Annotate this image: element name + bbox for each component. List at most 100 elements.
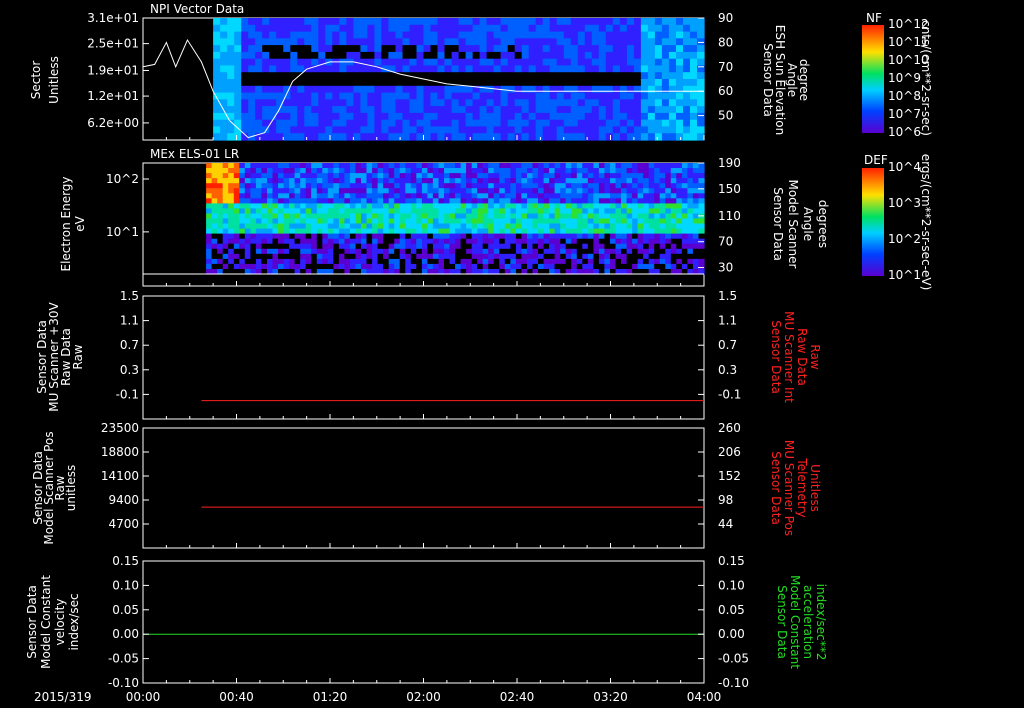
els-cell — [217, 228, 224, 235]
npi-cell — [227, 65, 235, 73]
els-cell — [294, 173, 301, 179]
npi-cell — [661, 112, 670, 121]
els-cell — [582, 163, 589, 169]
els-cell — [372, 198, 379, 204]
npi-cell — [563, 24, 572, 33]
els-cell — [217, 193, 224, 199]
npi-cell — [626, 24, 635, 33]
els-cell — [349, 178, 356, 184]
npi-cell — [633, 85, 642, 94]
els-cell — [399, 253, 406, 260]
els-cell — [692, 178, 699, 184]
els-cell — [316, 233, 323, 240]
els-cell — [394, 228, 401, 235]
els-cell — [267, 208, 274, 214]
npi-cell — [423, 106, 432, 114]
els-cell — [416, 233, 423, 240]
els-cell — [206, 263, 213, 270]
npi-cell — [626, 85, 635, 94]
els-cell — [255, 258, 262, 265]
els-cell — [311, 263, 318, 270]
els-cell — [361, 168, 368, 174]
els-cell — [648, 258, 655, 265]
els-cell — [698, 253, 705, 260]
npi-cell — [241, 45, 249, 53]
els-cell — [466, 188, 473, 194]
els-cell — [665, 198, 672, 204]
npi-cell — [605, 38, 614, 46]
npi-cell — [423, 45, 432, 53]
els-cell — [410, 253, 417, 260]
els-cell — [654, 228, 661, 235]
npi-cell — [255, 92, 263, 100]
npi-cell — [339, 51, 347, 60]
els-cell — [538, 228, 545, 235]
npi-cell — [381, 99, 389, 107]
npi-cell — [668, 126, 677, 134]
left-tick-label: 1.1 — [120, 314, 139, 328]
els-cell — [228, 238, 235, 245]
els-cell — [206, 258, 213, 265]
els-cell — [283, 188, 290, 194]
els-cell — [576, 248, 583, 255]
npi-cell — [668, 106, 677, 114]
npi-cell — [374, 45, 382, 53]
els-cell — [283, 238, 290, 245]
els-cell — [654, 223, 661, 230]
npi-cell — [542, 126, 551, 134]
els-cell — [698, 163, 705, 169]
els-cell — [643, 198, 650, 204]
els-cell — [576, 183, 583, 189]
els-cell — [388, 223, 395, 230]
npi-cell — [374, 18, 382, 26]
els-cell — [510, 198, 517, 204]
els-cell — [333, 178, 340, 184]
els-cell — [338, 253, 345, 260]
els-cell — [626, 203, 633, 209]
els-cell — [244, 173, 251, 179]
els-cell — [681, 168, 688, 174]
els-cell — [549, 193, 556, 199]
npi-cell — [395, 31, 404, 39]
els-cell — [543, 238, 550, 245]
els-cell — [681, 163, 688, 169]
npi-cell — [549, 38, 558, 46]
npi-cell — [472, 106, 481, 114]
els-cell — [504, 213, 511, 220]
els-cell — [504, 233, 511, 240]
els-cell — [455, 233, 462, 240]
right-tick-label: 190 — [718, 156, 741, 170]
npi-cell — [402, 106, 411, 114]
els-cell — [515, 228, 522, 235]
els-cell — [560, 228, 567, 235]
els-cell — [432, 263, 439, 270]
els-cell — [388, 163, 395, 169]
npi-cell — [297, 24, 305, 33]
els-cell — [427, 183, 434, 189]
els-cell — [355, 238, 362, 245]
els-cell — [294, 163, 301, 169]
els-cell — [255, 243, 262, 250]
scanpos-right-label-3: Telemetry — [795, 457, 809, 517]
npi-cell — [542, 18, 551, 26]
els-cell — [327, 173, 334, 179]
els-cell — [444, 233, 451, 240]
els-cell — [626, 213, 633, 220]
npi-cell — [500, 119, 509, 128]
els-cell — [394, 243, 401, 250]
npi-cell — [612, 85, 621, 94]
els-cell — [255, 163, 262, 169]
npi-cell — [500, 31, 509, 39]
els-cell — [648, 218, 655, 225]
npi-cell — [325, 133, 333, 141]
npi-cell — [437, 99, 446, 107]
npi-cell — [521, 92, 530, 100]
els-cell — [349, 263, 356, 270]
els-cell — [676, 218, 683, 225]
npi-cell — [690, 18, 698, 26]
npi-cell — [514, 133, 523, 141]
els-cell — [698, 208, 705, 214]
npi-cell — [591, 24, 600, 33]
els-cell — [477, 228, 484, 235]
els-cell — [344, 208, 351, 214]
